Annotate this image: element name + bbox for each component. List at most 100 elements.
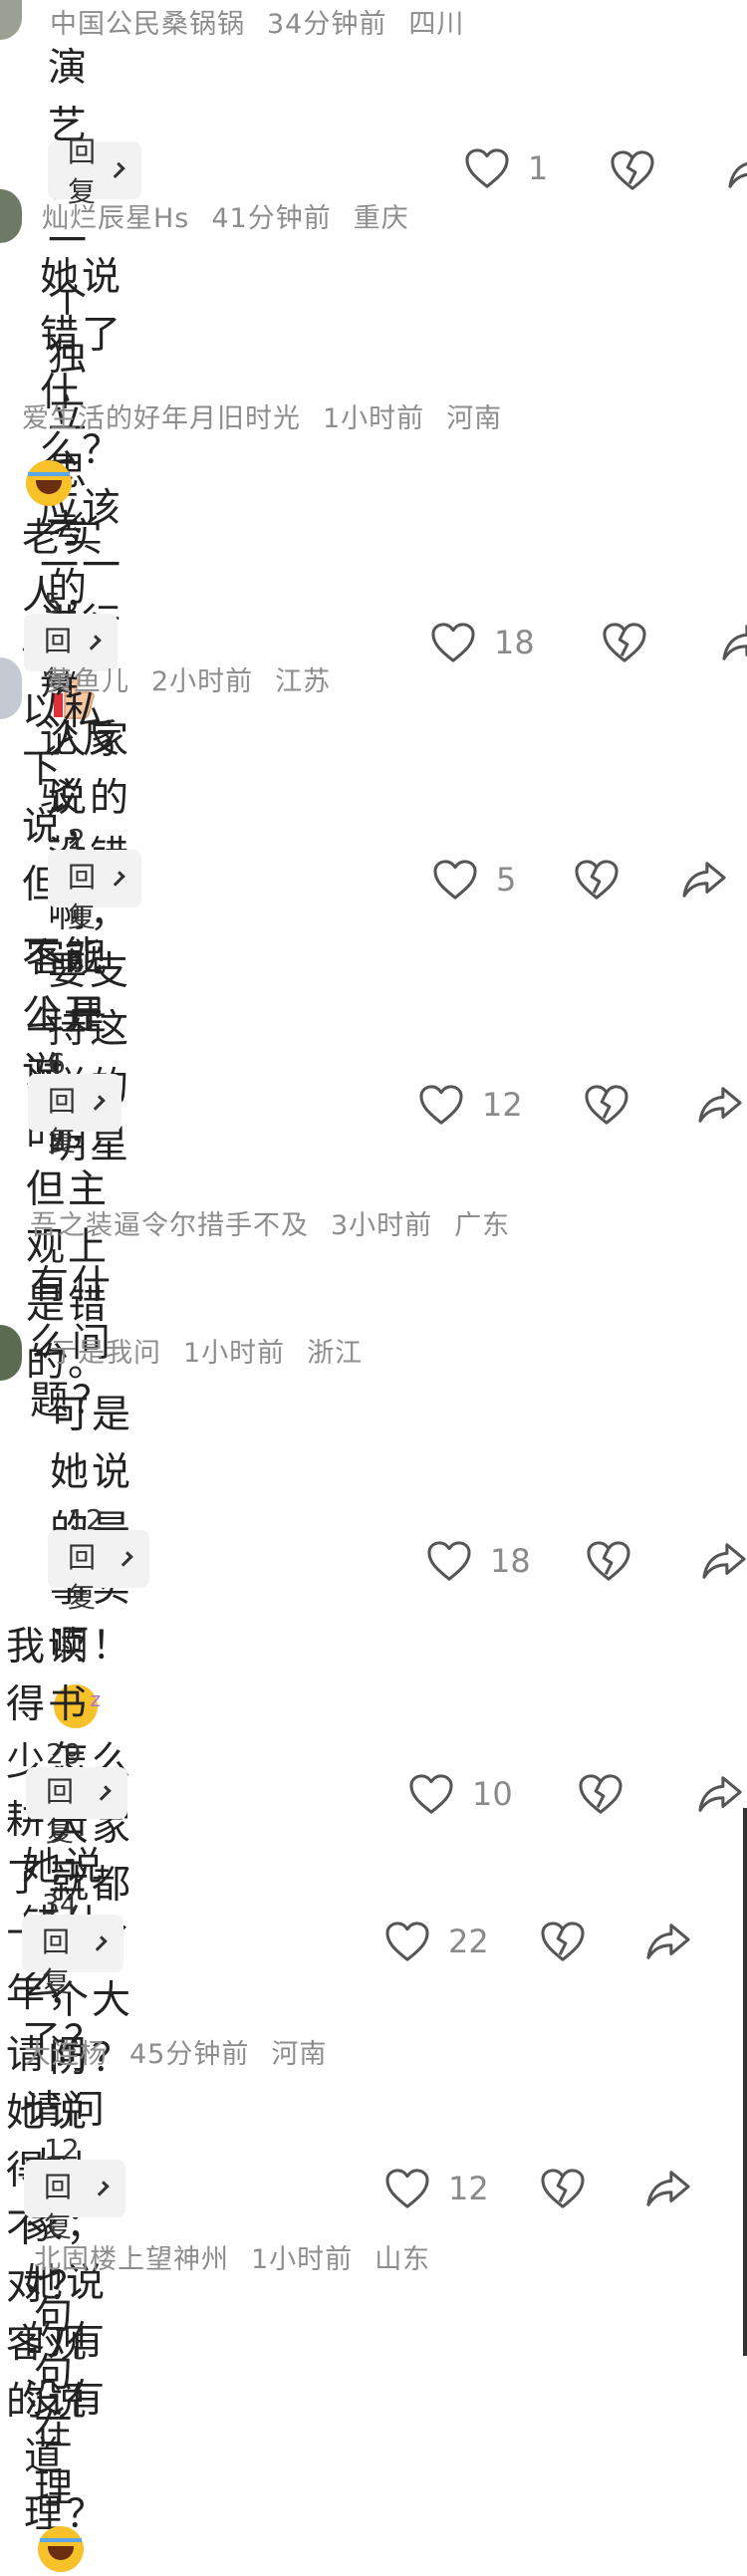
like-button[interactable]: 18 — [430, 622, 535, 663]
laughing-crying-emoji-icon — [38, 2525, 84, 2572]
like-count: 5 — [496, 861, 517, 899]
chevron-right-icon — [109, 161, 125, 179]
region: 四川 — [408, 9, 465, 40]
heart-outline-icon — [430, 622, 476, 663]
comment-meta: 北固楼上望神州 1小时前 山东 — [34, 2237, 452, 2276]
region: 江苏 — [275, 666, 332, 697]
like-count: 12 — [448, 2170, 489, 2207]
broken-heart-icon[interactable] — [540, 1921, 586, 1962]
region: 河南 — [271, 2039, 328, 2070]
heart-outline-icon — [384, 2168, 430, 2209]
broken-heart-icon[interactable] — [584, 1084, 629, 1126]
reply-button[interactable]: 34回复 — [22, 1888, 124, 1998]
broken-heart-icon[interactable] — [602, 622, 647, 663]
username[interactable]: 灿烂辰星Hs — [42, 203, 189, 234]
like-button[interactable]: 12 — [418, 1084, 523, 1126]
timestamp: 1小时前 — [323, 403, 425, 434]
share-arrow-icon[interactable] — [681, 859, 727, 901]
scrollbar[interactable] — [743, 1808, 747, 2356]
comment-meta: 中国公民桑锅锅 34分钟前 四川 — [50, 2, 486, 41]
chevron-right-icon — [95, 1785, 112, 1801]
like-button[interactable]: 18 — [426, 1540, 531, 1582]
reply-button[interactable]: 回复 — [48, 135, 142, 208]
region: 河南 — [446, 403, 503, 434]
like-button[interactable]: 10 — [408, 1773, 513, 1815]
username[interactable]: 北固楼上望神州 — [34, 2244, 229, 2275]
broken-heart-icon[interactable] — [574, 859, 620, 901]
heart-outline-icon — [408, 1773, 454, 1815]
reply-button[interactable]: 12回复 — [24, 2133, 125, 2243]
reply-button[interactable]: 6回复 — [28, 1047, 122, 1158]
chevron-right-icon — [117, 1551, 133, 1567]
comment-meta: 爱生活的好年月旧时光 1小时前 河南 — [22, 396, 524, 435]
share-arrow-icon[interactable] — [697, 1084, 743, 1126]
comment-meta: 黄鱼儿 2小时前 江苏 — [46, 659, 353, 698]
reply-label: 12回复 — [44, 2132, 80, 2243]
like-count: 10 — [472, 1775, 513, 1813]
avatar[interactable] — [0, 657, 22, 719]
timestamp: 1小时前 — [183, 1338, 286, 1369]
region: 广东 — [454, 1210, 511, 1241]
like-count: 18 — [490, 1542, 531, 1580]
comment-text: 句句在理 — [34, 2287, 88, 2576]
broken-heart-icon[interactable] — [586, 1540, 631, 1582]
reply-button[interactable]: 29回复 — [26, 1737, 127, 1848]
heart-outline-icon — [464, 147, 510, 189]
reply-button[interactable]: 12回复 — [48, 1503, 149, 1614]
heart-outline-icon — [384, 1921, 430, 1962]
region: 浙江 — [307, 1338, 364, 1369]
like-count: 12 — [482, 1086, 523, 1124]
username[interactable]: 亍是我问 — [50, 1338, 161, 1369]
share-arrow-icon[interactable] — [721, 622, 747, 663]
comment-meta: 亍是我问 1小时前 浙江 — [50, 1331, 384, 1370]
broken-heart-icon[interactable] — [540, 2168, 586, 2209]
timestamp: 1小时前 — [251, 2244, 354, 2275]
chevron-right-icon — [86, 635, 102, 650]
timestamp: 34分钟前 — [267, 9, 387, 40]
avatar[interactable] — [0, 189, 22, 243]
region: 山东 — [374, 2244, 431, 2275]
reply-label: 2回复 — [68, 822, 97, 933]
like-button[interactable]: 5 — [432, 859, 516, 901]
chevron-right-icon — [91, 1935, 108, 1951]
reply-label: 12回复 — [68, 1502, 104, 1614]
share-arrow-icon[interactable] — [701, 1540, 747, 1582]
timestamp: 41分钟前 — [211, 203, 332, 234]
share-arrow-icon[interactable] — [645, 1921, 691, 1962]
heart-outline-icon — [418, 1084, 464, 1126]
reply-button[interactable]: 2回复 — [48, 823, 141, 933]
broken-heart-icon[interactable] — [610, 149, 655, 191]
comment-meta: 灿烂辰星Hs 41分钟前 重庆 — [42, 196, 431, 235]
comment-meta: 大连杨 45分钟前 河南 — [24, 2032, 349, 2071]
like-button[interactable]: 22 — [384, 1921, 489, 1962]
like-count: 1 — [528, 149, 549, 187]
username[interactable]: 黄鱼儿 — [46, 666, 129, 697]
comment-meta: 吾之装逼令尔措手不及 3小时前 广东 — [30, 1203, 532, 1242]
reply-label: 34回复 — [42, 1887, 78, 1998]
like-count: 22 — [448, 1923, 489, 1960]
username[interactable]: 大连杨 — [24, 2039, 108, 2070]
reply-label: 6回复 — [48, 1046, 77, 1158]
username[interactable]: 中国公民桑锅锅 — [50, 9, 245, 40]
heart-outline-icon — [432, 859, 478, 901]
chevron-right-icon — [90, 1095, 106, 1111]
heart-outline-icon — [426, 1540, 472, 1582]
chevron-right-icon — [110, 871, 125, 887]
share-arrow-icon[interactable] — [697, 1773, 743, 1815]
avatar[interactable] — [0, 1325, 22, 1381]
avatar[interactable] — [0, 0, 22, 40]
username[interactable]: 爱生活的好年月旧时光 — [22, 403, 301, 434]
share-arrow-icon[interactable] — [645, 2168, 691, 2209]
share-arrow-icon[interactable] — [727, 149, 747, 191]
timestamp: 2小时前 — [151, 666, 254, 697]
like-count: 18 — [494, 624, 535, 661]
like-button[interactable]: 12 — [384, 2168, 489, 2209]
timestamp: 3小时前 — [331, 1210, 433, 1241]
broken-heart-icon[interactable] — [578, 1773, 623, 1815]
like-button[interactable]: 1 — [464, 147, 548, 189]
timestamp: 45分钟前 — [129, 2039, 250, 2070]
reply-label: 29回复 — [46, 1736, 82, 1848]
username[interactable]: 吾之装逼令尔措手不及 — [30, 1210, 309, 1241]
laughing-crying-emoji-icon — [26, 459, 72, 506]
region: 重庆 — [353, 203, 409, 234]
